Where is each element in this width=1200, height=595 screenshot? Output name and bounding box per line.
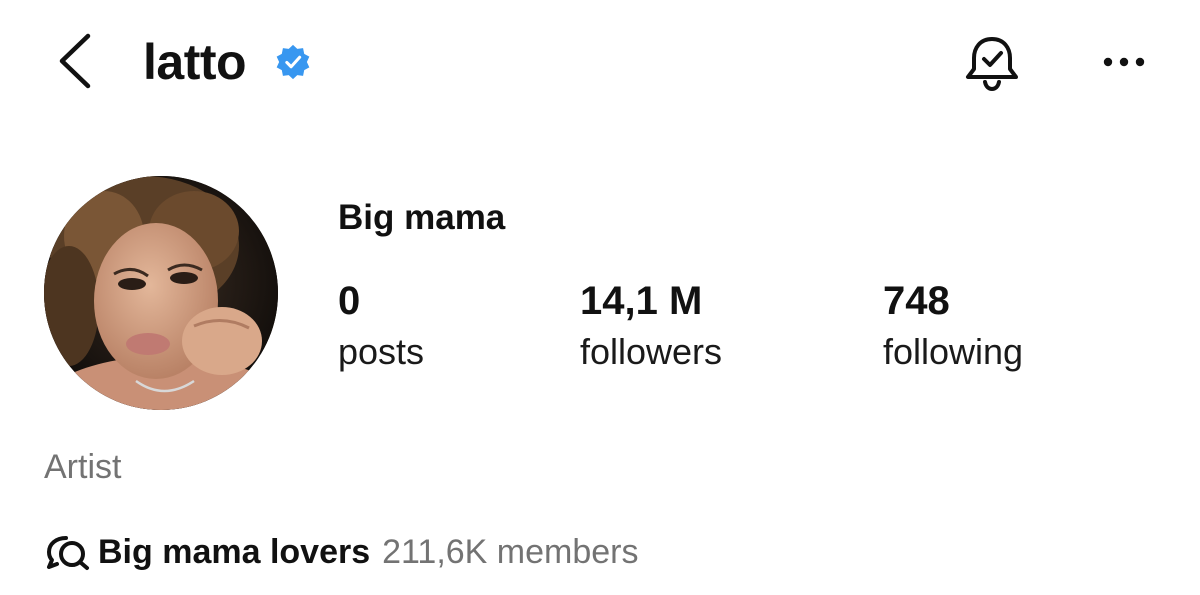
followers-label: followers <box>580 331 723 372</box>
followers-count: 14,1 M <box>580 279 703 323</box>
posts-label: posts <box>338 331 425 372</box>
broadcast-chat-icon <box>47 536 89 570</box>
profile-avatar[interactable] <box>44 176 278 410</box>
channel-members-count: 211,6K members <box>382 533 639 571</box>
following-count: 748 <box>883 279 950 323</box>
avatar-photo <box>44 176 278 410</box>
more-horizontal-icon <box>1103 57 1145 67</box>
username: latto <box>143 34 247 90</box>
channel-name: Big mama lovers <box>98 533 371 571</box>
more-options-button[interactable] <box>1098 48 1150 76</box>
posts-stat[interactable]: 0 posts <box>338 278 424 374</box>
broadcast-channel-link[interactable]: Big mama lovers 211,6K members <box>44 530 639 574</box>
verified-badge-icon <box>276 44 310 80</box>
following-stat[interactable]: 748 following <box>883 278 1023 374</box>
following-label: following <box>883 331 1024 372</box>
posts-count: 0 <box>338 279 361 323</box>
back-button[interactable] <box>52 30 102 92</box>
bell-check-icon <box>966 37 1018 92</box>
chevron-left-icon <box>59 33 91 89</box>
notifications-button[interactable] <box>960 34 1024 94</box>
profile-header: latto <box>0 0 1200 130</box>
followers-stat[interactable]: 14,1 M followers <box>580 278 722 374</box>
display-name: Big mama <box>338 198 506 237</box>
profile-category: Artist <box>44 448 122 486</box>
